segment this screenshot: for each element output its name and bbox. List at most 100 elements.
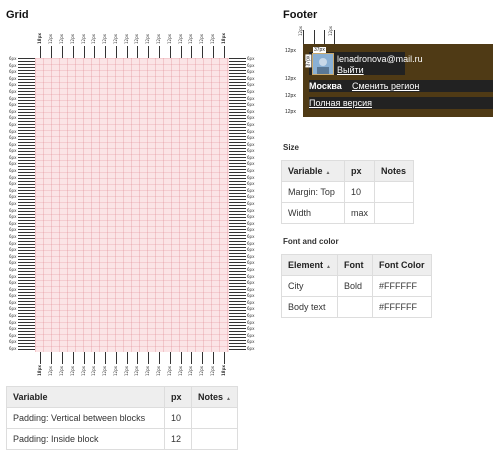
change-region-link[interactable]: Сменить регион xyxy=(352,81,419,91)
col-header-element[interactable]: Element ▲ xyxy=(281,254,338,276)
grid-row-label: 6px xyxy=(9,115,17,120)
grid-row-label: 6px xyxy=(9,82,17,87)
grid-row-label: 6px xyxy=(247,287,255,292)
grid-col-label: 12px xyxy=(91,34,96,44)
grid-col-label: 12px xyxy=(178,34,183,44)
grid-row-label: 6px xyxy=(9,254,17,259)
grid-row-label: 6px xyxy=(247,76,255,81)
grid-col-label: 12px xyxy=(70,34,75,44)
city-label: Москва xyxy=(309,81,342,91)
table-cell: max xyxy=(343,202,376,224)
grid-row-label: 6px xyxy=(247,241,255,246)
grid-row-label: 6px xyxy=(9,129,17,134)
grid-row-label: 6px xyxy=(9,274,17,279)
grid-col-tick xyxy=(73,352,74,364)
footer-row-label: 12px xyxy=(284,76,297,82)
grid-row-label: 6px xyxy=(247,89,255,94)
grid-col-label: 12px xyxy=(134,366,139,376)
footer-measure-line xyxy=(334,30,335,44)
col-header-variable[interactable]: Variable ▲ xyxy=(281,160,345,182)
footer-measure-line xyxy=(324,30,325,44)
grid-row-label: 6px xyxy=(9,63,17,68)
grid-row-label: 6px xyxy=(9,135,17,140)
grid-row-label: 6px xyxy=(247,148,255,153)
table-row: Width max xyxy=(281,202,415,224)
grid-row-label: 6px xyxy=(9,227,17,232)
sort-arrow-icon[interactable]: ▲ xyxy=(326,170,331,176)
grid-col-label: 12px xyxy=(48,366,53,376)
grid-row-label: 6px xyxy=(247,234,255,239)
grid-col-label: 12px xyxy=(156,34,161,44)
grid-row-label: 6px xyxy=(247,221,255,226)
grid-col-tick xyxy=(148,46,149,58)
grid-row-label: 6px xyxy=(9,260,17,265)
grid-row-label: 6px xyxy=(9,241,17,246)
grid-row-label: 6px xyxy=(247,161,255,166)
table-cell xyxy=(191,428,238,450)
footer-title: Footer xyxy=(283,9,318,21)
sort-arrow-icon[interactable]: ▲ xyxy=(226,396,231,402)
col-header-variable[interactable]: Variable xyxy=(6,386,165,408)
col-header-px[interactable]: px xyxy=(164,386,192,408)
grid-row-label: 6px xyxy=(247,254,255,259)
avatar[interactable] xyxy=(312,53,334,75)
grid-row-label: 6px xyxy=(247,155,255,160)
grid-col-label: 12px xyxy=(145,34,150,44)
grid-row-label: 6px xyxy=(247,313,255,318)
footer-measure-line xyxy=(314,30,315,44)
grid-row-label: 6px xyxy=(247,260,255,265)
grid-row-label: 6px xyxy=(9,208,17,213)
col-header-font-color[interactable]: Font Color xyxy=(371,254,432,276)
grid-row-label: 6px xyxy=(9,188,17,193)
grid-col-tick xyxy=(127,46,128,58)
grid-row-label: 6px xyxy=(247,115,255,120)
grid-col-label: 12px xyxy=(102,34,107,44)
grid-row-label: 6px xyxy=(247,274,255,279)
table-cell: Width xyxy=(281,202,345,224)
grid-row-label: 6px xyxy=(247,63,255,68)
grid-col-tick xyxy=(105,46,106,58)
table-cell: #FFFFFF xyxy=(371,275,432,297)
grid-row-label: 6px xyxy=(247,333,255,338)
table-cell: Bold xyxy=(336,275,373,297)
footer-row-label: 12px xyxy=(284,109,297,115)
grid-col-label: 12px xyxy=(124,34,129,44)
table-cell xyxy=(374,181,415,203)
grid-col-label: 18px xyxy=(37,364,42,376)
footer-padding-band xyxy=(303,109,493,117)
grid-col-tick xyxy=(137,352,138,364)
table-cell xyxy=(336,296,373,318)
grid-variables-table: Variable px Notes ▲ Padding: Vertical bet… xyxy=(6,386,238,450)
grid-row-label: 6px xyxy=(247,56,255,61)
grid-row-label: 6px xyxy=(247,129,255,134)
col-header-notes[interactable]: Notes ▲ xyxy=(191,386,238,408)
table-cell: 12 xyxy=(164,428,192,450)
full-version-link[interactable]: Полная версия xyxy=(309,98,372,108)
grid-col-tick xyxy=(105,352,106,364)
grid-row-label: 6px xyxy=(247,267,255,272)
grid-row-label: 6px xyxy=(247,135,255,140)
grid-col-label: 12px xyxy=(188,366,193,376)
logout-link[interactable]: Выйти xyxy=(337,65,364,75)
col-header-px[interactable]: px xyxy=(343,160,376,182)
col-header-font[interactable]: Font xyxy=(336,254,373,276)
grid-row-label: 6px xyxy=(9,89,17,94)
grid-row-label: 6px xyxy=(9,76,17,81)
col-header-notes[interactable]: Notes xyxy=(374,160,415,182)
grid-row-label: 6px xyxy=(247,293,255,298)
grid-row-label: 6px xyxy=(247,346,255,351)
grid-row-label: 6px xyxy=(9,56,17,61)
grid-col-tick xyxy=(191,46,192,58)
grid-row-label: 6px xyxy=(9,313,17,318)
grid-row-label: 6px xyxy=(9,300,17,305)
table-row: Padding: Inside block 12 xyxy=(6,428,238,450)
sort-arrow-icon[interactable]: ▲ xyxy=(326,264,331,270)
grid-row-label: 6px xyxy=(247,227,255,232)
table-cell: 10 xyxy=(343,181,376,203)
grid-row-label: 6px xyxy=(9,234,17,239)
grid-col-tick xyxy=(159,352,160,364)
grid-row-label: 6px xyxy=(247,102,255,107)
table-row: Padding: Vertical between blocks 10 xyxy=(6,407,238,429)
table-cell: City xyxy=(281,275,338,297)
grid-col-tick xyxy=(181,46,182,58)
